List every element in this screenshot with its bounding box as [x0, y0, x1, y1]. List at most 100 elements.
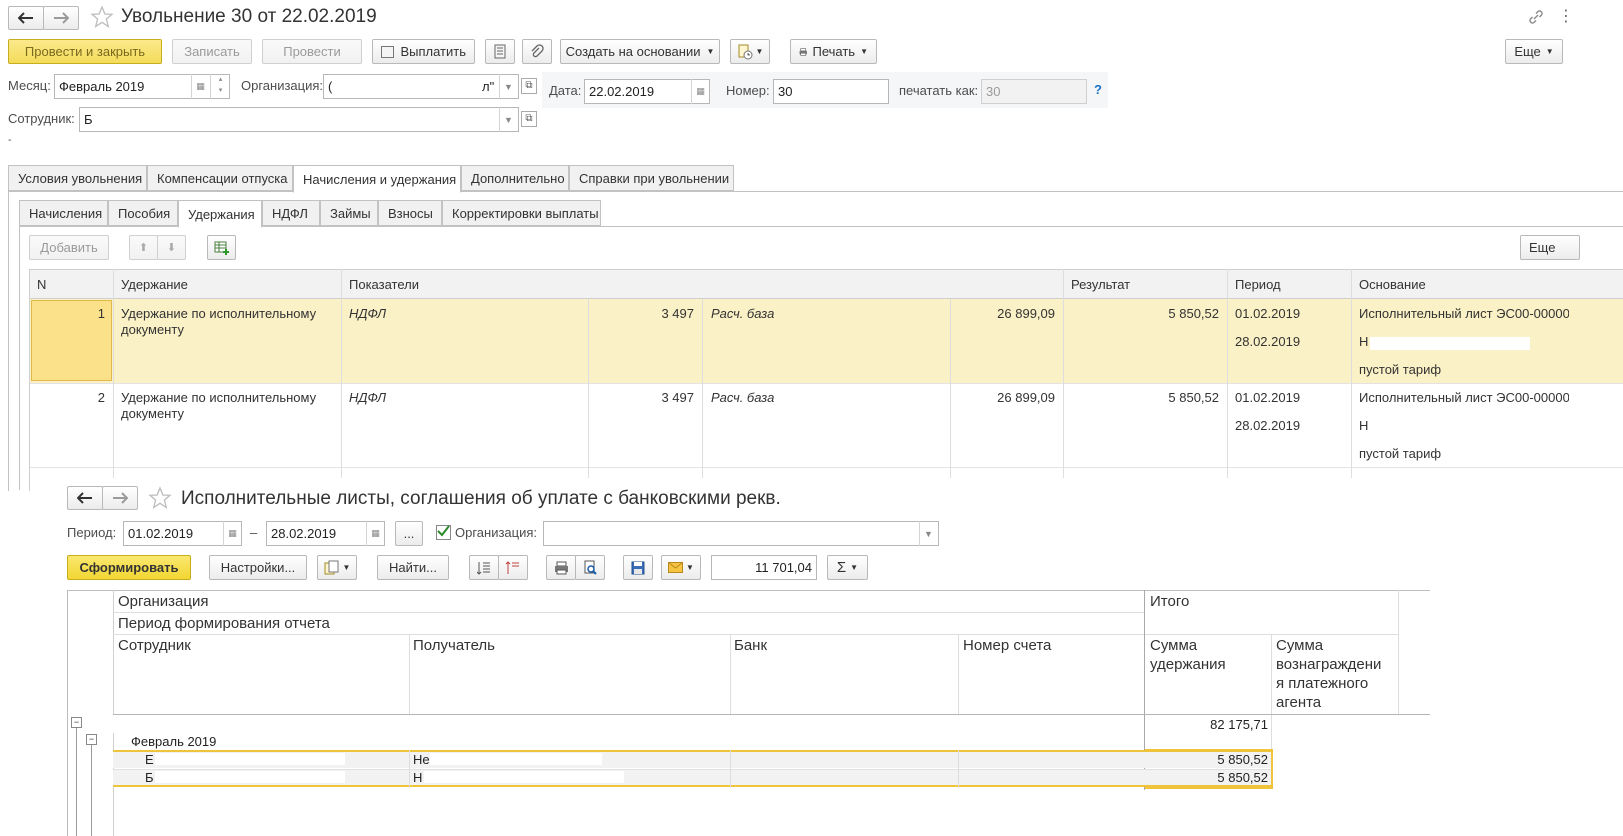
sum-mode-button[interactable]: Σ ▼	[827, 555, 868, 580]
indicator-value-2: 26 899,09	[997, 306, 1055, 321]
menu-dots-icon[interactable]: ⋮	[1558, 6, 1574, 26]
more-button[interactable]: Еще ▼	[1505, 39, 1563, 64]
create-based-on-button[interactable]: Создать на основании ▼	[560, 39, 720, 64]
col-header-result[interactable]: Результат	[1071, 277, 1130, 292]
dropdown-arrow-icon: ▼	[755, 47, 764, 56]
dropdown-arrow-icon: ▼	[686, 563, 694, 572]
link-icon[interactable]	[1527, 8, 1545, 29]
attach-file-button[interactable]	[522, 39, 552, 64]
subtab-contributions[interactable]: Взносы	[378, 200, 442, 226]
subtab-payment-adjustments[interactable]: Корректировки выплаты	[442, 200, 601, 226]
tab-vacation-compensation[interactable]: Компенсации отпуска	[147, 165, 293, 191]
organization-dropdown-icon[interactable]: ▼	[499, 74, 517, 99]
tab-dismissal-conditions[interactable]: Условия увольнения	[8, 165, 147, 191]
col-header-period[interactable]: Период	[1235, 277, 1281, 292]
subtab-deductions[interactable]: Удержания	[178, 200, 262, 228]
move-up-button[interactable]: ⬆	[129, 235, 158, 260]
col-header-n[interactable]: N	[37, 277, 46, 292]
indicator-name-2: Расч. база	[711, 390, 775, 405]
grid-more-button[interactable]: Еще	[1520, 235, 1580, 260]
selected-sum-field[interactable]: 11 701,04	[711, 555, 817, 580]
save-button[interactable]: Записать	[172, 39, 252, 64]
organization-field[interactable]	[543, 521, 939, 546]
organization-open-icon[interactable]: ⧉	[521, 78, 537, 94]
header-deduction-sum-cont: удержания	[1150, 656, 1226, 673]
print-as-field: 30	[981, 79, 1087, 104]
month-calendar-icon[interactable]: ▦	[191, 74, 209, 99]
result-value: 5 850,52	[1168, 390, 1219, 405]
back-button[interactable]	[67, 486, 103, 510]
collapse-toggle-icon[interactable]: −	[71, 717, 82, 728]
settings-button[interactable]: Настройки...	[209, 555, 307, 580]
organization-value-end: л"	[482, 79, 495, 94]
help-icon[interactable]: ?	[1094, 82, 1102, 97]
add-button[interactable]: Добавить	[29, 235, 109, 260]
favorite-star-icon[interactable]	[148, 486, 172, 513]
more-label: Еще	[1514, 44, 1541, 59]
collapse-toggle-icon[interactable]: −	[86, 734, 97, 745]
list-icon	[494, 44, 506, 59]
post-and-close-button[interactable]: Провести и закрыть	[8, 39, 162, 64]
report-variant-button[interactable]: ▼	[317, 555, 357, 580]
subtab-accruals[interactable]: Начисления	[19, 200, 108, 226]
send-email-button[interactable]: ▼	[661, 555, 701, 580]
group-month-label: Февраль 2019	[131, 734, 217, 749]
collapse-groups-button[interactable]	[498, 555, 528, 580]
header-organization: Организация	[118, 593, 209, 610]
printer-icon	[799, 47, 807, 56]
arrow-right-icon	[113, 492, 128, 504]
post-button[interactable]: Провести	[262, 39, 362, 64]
date-calendar-icon[interactable]: ▦	[691, 79, 709, 104]
period-select-button[interactable]: ...	[395, 521, 423, 546]
back-button[interactable]	[8, 6, 44, 30]
header-report-period: Период формирования отчета	[118, 615, 330, 632]
tab-dismissal-certificates[interactable]: Справки при увольнении	[569, 165, 734, 191]
expand-groups-button[interactable]	[469, 555, 499, 580]
employee-dropdown-icon[interactable]: ▼	[499, 107, 517, 132]
forward-button[interactable]	[102, 486, 138, 510]
related-documents-button[interactable]: ▼	[730, 39, 770, 64]
row-recipient: Не	[413, 752, 430, 767]
subtab-benefits[interactable]: Пособия	[108, 200, 178, 226]
employee-field[interactable]: Б	[79, 107, 519, 132]
forward-button[interactable]	[43, 6, 79, 30]
organization-checkbox[interactable]	[436, 525, 451, 540]
print-button[interactable]: Печать ▼	[790, 39, 877, 64]
period-to-calendar-icon[interactable]: ▦	[366, 521, 384, 546]
number-field[interactable]: 30	[773, 79, 889, 104]
col-header-deduction[interactable]: Удержание	[121, 277, 188, 292]
document-journal-button[interactable]	[485, 39, 515, 64]
fill-table-button[interactable]	[207, 235, 236, 260]
pay-button[interactable]: Выплатить	[372, 39, 475, 64]
employee-open-icon[interactable]: ⧉	[521, 111, 537, 127]
print-preview-button[interactable]	[575, 555, 605, 580]
basis-tariff: пустой тариф	[1359, 362, 1442, 377]
deduction-name: Удержание по исполнительному	[121, 306, 317, 321]
tab-additional[interactable]: Дополнительно	[461, 165, 569, 191]
month-stepper[interactable]: ▴ ▾	[210, 74, 230, 99]
tab-accruals-deductions[interactable]: Начисления и удержания	[293, 165, 461, 193]
col-header-indicators[interactable]: Показатели	[349, 277, 419, 292]
organization-label: Организация:	[455, 525, 538, 540]
find-button[interactable]: Найти...	[377, 555, 449, 580]
move-down-button[interactable]: ⬇	[157, 235, 186, 260]
generate-button[interactable]: Сформировать	[67, 555, 191, 580]
checkmark-icon	[437, 525, 450, 537]
save-report-button[interactable]	[623, 555, 653, 580]
indicator-name: НДФЛ	[349, 306, 387, 321]
printer-icon	[554, 561, 568, 574]
subtab-ndfl[interactable]: НДФЛ	[262, 200, 320, 226]
period-from-calendar-icon[interactable]: ▦	[223, 521, 241, 546]
organization-field[interactable]: ( л"	[323, 74, 519, 99]
header-agent-fee-cont: вознаграждени	[1276, 656, 1382, 673]
redaction	[155, 753, 345, 765]
header-recipient: Получатель	[413, 637, 495, 654]
row-employee: Б	[145, 770, 154, 785]
print-button[interactable]	[546, 555, 576, 580]
col-header-basis[interactable]: Основание	[1359, 277, 1426, 292]
favorite-star-icon[interactable]	[90, 5, 114, 32]
organization-dropdown-icon[interactable]: ▼	[919, 521, 937, 546]
basis-recipient: Н	[1359, 334, 1369, 349]
period-label: Период:	[67, 525, 117, 540]
subtab-loans[interactable]: Займы	[320, 200, 378, 226]
